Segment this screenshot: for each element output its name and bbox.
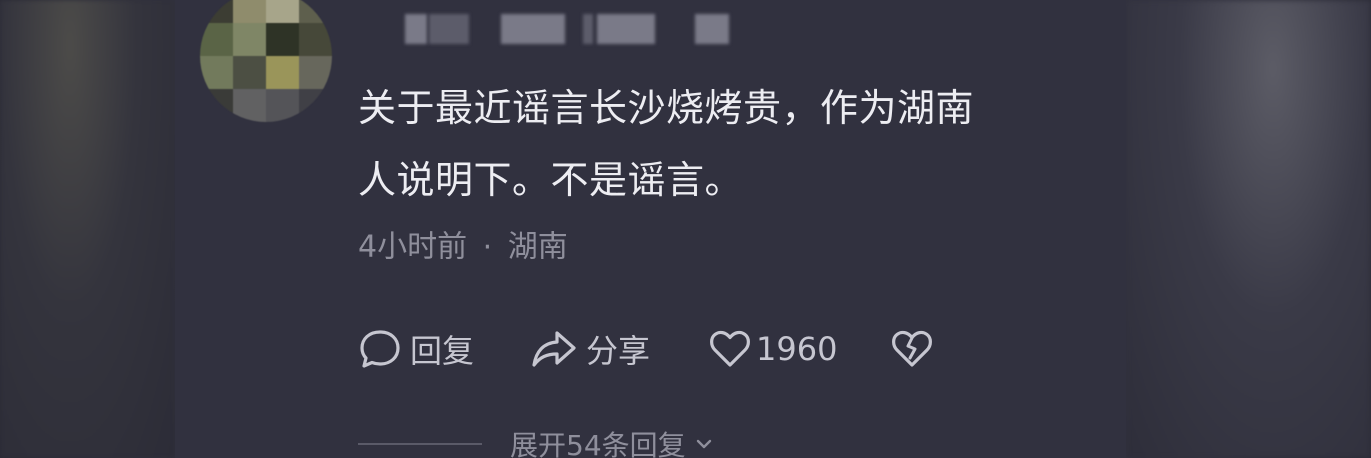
comment-text-line-1: 关于最近谣言长沙烧烤贵，作为湖南 (358, 86, 975, 130)
blurred-background-right (1126, 0, 1371, 458)
reply-label: 回复 (410, 332, 475, 370)
meta-separator: · (482, 229, 493, 265)
share-arrow-icon (530, 327, 578, 371)
expand-replies-label: 展开54条回复 (510, 429, 686, 458)
reply-button[interactable]: 回复 (358, 326, 530, 372)
like-button[interactable]: 1960 (708, 327, 890, 371)
broken-heart-icon (890, 327, 934, 371)
comment-text-line-2: 人说明下。不是谣言。 (358, 158, 744, 202)
share-button[interactable]: 分享 (530, 326, 708, 372)
comment-actions: 回复 分享 1960 (358, 322, 934, 376)
share-label: 分享 (586, 332, 651, 370)
heart-icon (708, 327, 752, 371)
divider-line (358, 443, 482, 445)
comment-bubble-icon (358, 327, 402, 371)
comment-text: 关于最近谣言长沙烧烤贵，作为湖南 人说明下。不是谣言。 (358, 72, 1098, 216)
comment-location: 湖南 (507, 229, 568, 265)
chevron-down-icon (694, 428, 714, 458)
screen: 关于最近谣言长沙烧烤贵，作为湖南 人说明下。不是谣言。 4小时前 · 湖南 回复… (0, 0, 1371, 458)
like-count: 1960 (756, 330, 838, 368)
dislike-button[interactable] (890, 327, 934, 371)
comment-meta: 4小时前 · 湖南 (358, 222, 568, 273)
expand-replies[interactable]: 展开54条回复 (358, 424, 714, 458)
blurred-background-left (0, 0, 175, 458)
comment-time: 4小时前 (358, 229, 468, 265)
